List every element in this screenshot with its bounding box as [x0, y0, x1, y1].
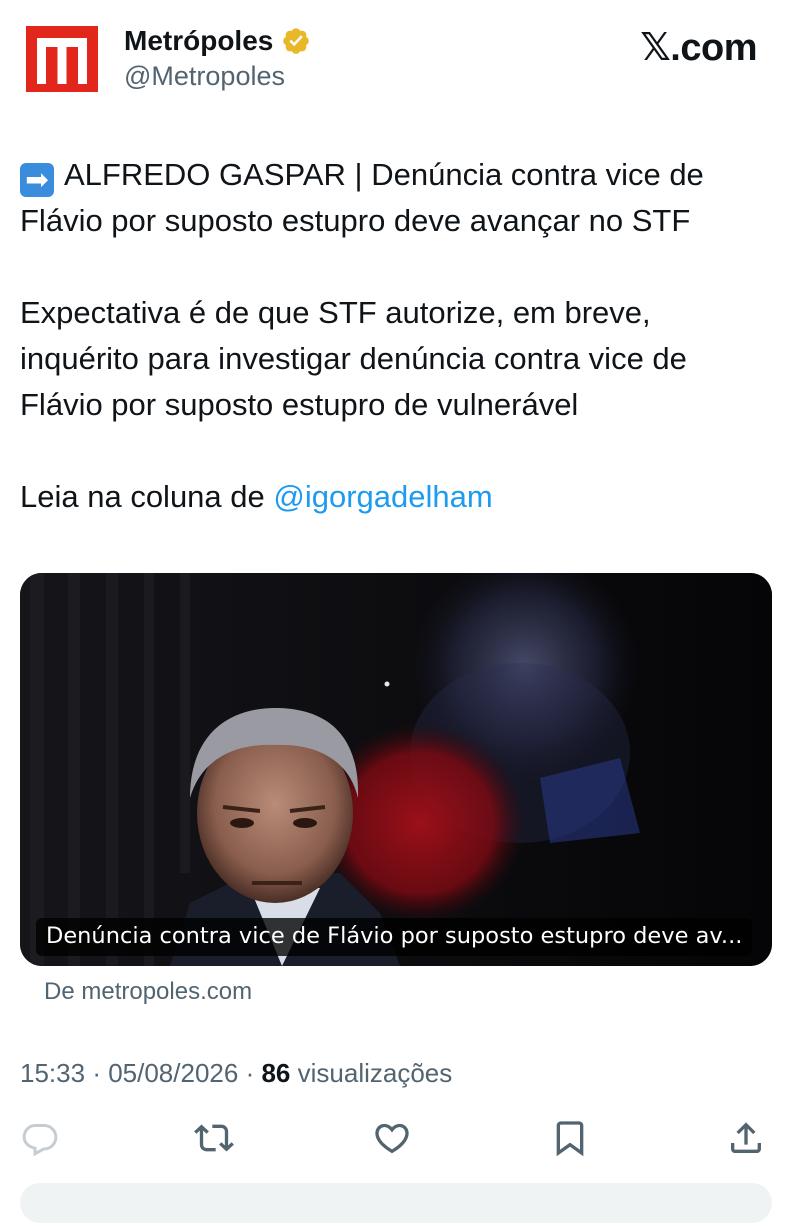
name-row: Metrópoles [124, 24, 311, 58]
account-handle[interactable]: @Metropoles [124, 60, 285, 92]
metropoles-logo-avatar[interactable] [26, 26, 98, 92]
tweet-headline-text: ALFREDO GASPAR | Denúncia contra vice de… [20, 157, 704, 238]
tweet-headline: ➡ ALFREDO GASPAR | Denúncia contra vice d… [20, 152, 772, 244]
views-label: visualizações [297, 1058, 453, 1088]
tweet-meta: 15:33 · 05/08/2026 · 86 visualizações [20, 1057, 452, 1089]
reply-input-area[interactable] [20, 1183, 772, 1223]
link-card-title: Denúncia contra vice de Flávio por supos… [36, 918, 753, 956]
x-com-logo[interactable]: 𝕏.com [640, 26, 757, 70]
read-more-prefix: Leia na coluna de [20, 479, 274, 514]
separator-dot: · [245, 1058, 262, 1088]
verified-badge-icon[interactable] [281, 26, 311, 56]
tweet-time[interactable]: 15:33 [20, 1058, 85, 1088]
tweet-text: ➡ ALFREDO GASPAR | Denúncia contra vice d… [20, 152, 772, 520]
link-preview-image [20, 573, 772, 966]
link-source[interactable]: De metropoles.com [44, 977, 252, 1007]
tweet-actions [0, 1118, 791, 1164]
tweet-paragraph: Expectativa é de que STF autorize, em br… [20, 295, 687, 422]
bookmark-icon[interactable] [550, 1118, 590, 1158]
display-name[interactable]: Metrópoles [124, 24, 273, 58]
link-preview-card[interactable]: Denúncia contra vice de Flávio por supos… [20, 573, 772, 966]
tweet-date[interactable]: 05/08/2026 [108, 1058, 238, 1088]
views-count: 86 [261, 1058, 291, 1088]
share-icon[interactable] [726, 1118, 766, 1158]
right-arrow-emoji-icon: ➡ [20, 163, 54, 197]
separator-dot: · [92, 1058, 109, 1088]
tweet-header: Metrópoles @Metropoles 𝕏.com [0, 0, 791, 110]
reply-icon[interactable] [20, 1118, 60, 1158]
tweet-read-more: Leia na coluna de @igorgadelham [20, 474, 772, 520]
heart-icon[interactable] [372, 1118, 412, 1158]
mention-link[interactable]: @igorgadelham [273, 479, 492, 514]
retweet-icon[interactable] [194, 1118, 234, 1158]
